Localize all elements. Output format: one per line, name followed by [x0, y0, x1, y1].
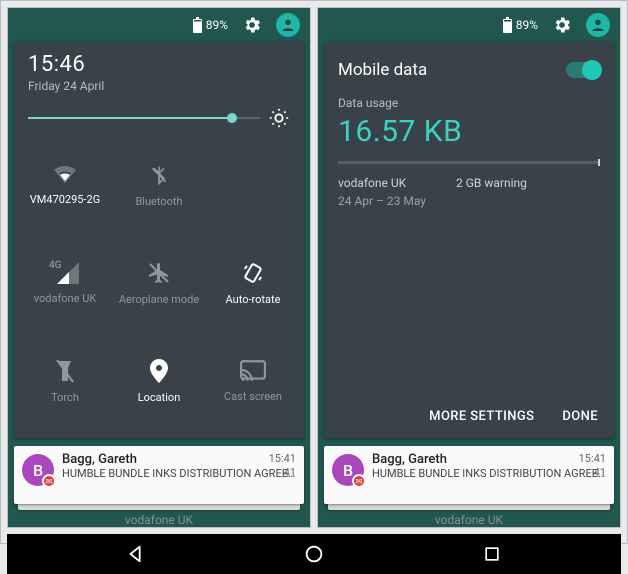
clock-time[interactable]: 15:46	[28, 52, 290, 77]
battery-icon	[193, 17, 202, 33]
notification-time: 15:41	[579, 452, 606, 465]
tile-bluetooth-label: Bluetooth	[135, 195, 182, 208]
mobile-data-panel: Mobile data Data usage 16.57 KB vodafone…	[324, 42, 614, 438]
tile-rotate[interactable]: Auto-rotate	[206, 237, 300, 329]
airplane-off-icon	[147, 261, 171, 285]
mail-badge-icon: ✉	[352, 474, 366, 488]
navigation-bar	[7, 534, 621, 574]
status-bar: 89%	[318, 8, 620, 42]
rotate-icon	[241, 261, 265, 285]
nav-home-button[interactable]	[294, 534, 334, 574]
carrier-label: vodafone UK	[318, 510, 620, 527]
more-settings-button[interactable]: MORE SETTINGS	[429, 409, 534, 424]
tile-cellular-label: vodafone UK	[34, 292, 96, 305]
tile-cast[interactable]: Cast screen	[206, 336, 300, 428]
screen-mobile-data: 89% Mobile data Data usage 16.57 KB voda…	[317, 7, 621, 528]
mail-badge-icon: ✉	[42, 474, 56, 488]
brightness-slider[interactable]	[14, 105, 304, 135]
tile-cellular[interactable]: 4G vodafone UK	[18, 237, 112, 329]
usage-bar	[338, 161, 600, 164]
nav-recent-button[interactable]	[472, 534, 512, 574]
usage-value: 16.57 KB	[338, 114, 600, 149]
battery-pct: 89%	[206, 18, 228, 32]
usage-label: Data usage	[338, 96, 600, 110]
carrier-name: vodafone UK	[338, 176, 426, 190]
tile-rotate-label: Auto-rotate	[226, 293, 281, 306]
done-button[interactable]: DONE	[562, 409, 598, 424]
battery-indicator: 89%	[503, 17, 538, 33]
tile-airplane[interactable]: Aeroplane mode	[112, 237, 206, 329]
tile-torch-label: Torch	[51, 391, 79, 404]
screen-quick-settings: 89% 15:46 Friday 24 April	[7, 7, 311, 528]
tile-torch[interactable]: Torch	[18, 336, 112, 428]
clock-date[interactable]: Friday 24 April	[28, 79, 290, 93]
tile-bluetooth[interactable]: Bluetooth	[112, 139, 206, 231]
location-icon	[150, 359, 168, 383]
battery-indicator: 89%	[193, 17, 228, 33]
notification-avatar: B ✉	[22, 454, 54, 486]
quick-settings-panel: 15:46 Friday 24 April VM470295-2G Blueto…	[14, 42, 304, 438]
battery-icon	[503, 17, 512, 33]
user-avatar[interactable]	[586, 13, 610, 37]
signal-icon: 4G	[51, 262, 79, 284]
carrier-label: vodafone UK	[8, 510, 310, 527]
nav-back-button[interactable]	[116, 534, 156, 574]
notification-avatar: B ✉	[332, 454, 364, 486]
tile-location[interactable]: Location	[112, 336, 206, 428]
cast-icon	[240, 360, 266, 382]
bluetooth-off-icon	[149, 163, 169, 187]
tile-cast-label: Cast screen	[224, 390, 282, 403]
notification-count: 41	[284, 466, 296, 479]
mobile-data-toggle[interactable]	[566, 62, 600, 78]
notification-title: Bagg, Gareth	[372, 452, 606, 467]
notification-count: 41	[594, 466, 606, 479]
data-warning: 2 GB warning	[456, 176, 527, 190]
battery-pct: 89%	[516, 18, 538, 32]
notification-card[interactable]: B ✉ Bagg, Gareth HUMBLE BUNDLE INKS DIST…	[14, 446, 304, 504]
notification-card[interactable]: B ✉ Bagg, Gareth HUMBLE BUNDLE INKS DIST…	[324, 446, 614, 504]
tile-wifi[interactable]: VM470295-2G	[18, 139, 112, 231]
status-bar: 89%	[8, 8, 310, 42]
tile-location-label: Location	[138, 391, 181, 404]
user-avatar[interactable]	[276, 13, 300, 37]
notification-subject: HUMBLE BUNDLE INKS DISTRIBUTION AGREEME…	[372, 467, 606, 480]
billing-period: 24 Apr – 23 May	[338, 194, 426, 208]
panel-title: Mobile data	[338, 60, 427, 80]
brightness-icon	[268, 107, 290, 129]
notification-title: Bagg, Gareth	[62, 452, 296, 467]
tile-airplane-label: Aeroplane mode	[119, 293, 199, 306]
settings-icon[interactable]	[242, 15, 262, 35]
torch-off-icon	[56, 359, 74, 383]
tile-wifi-label: VM470295-2G	[30, 193, 100, 206]
notification-subject: HUMBLE BUNDLE INKS DISTRIBUTION AGREEME…	[62, 467, 296, 480]
wifi-icon	[52, 165, 78, 185]
settings-icon[interactable]	[552, 15, 572, 35]
notification-time: 15:41	[269, 452, 296, 465]
